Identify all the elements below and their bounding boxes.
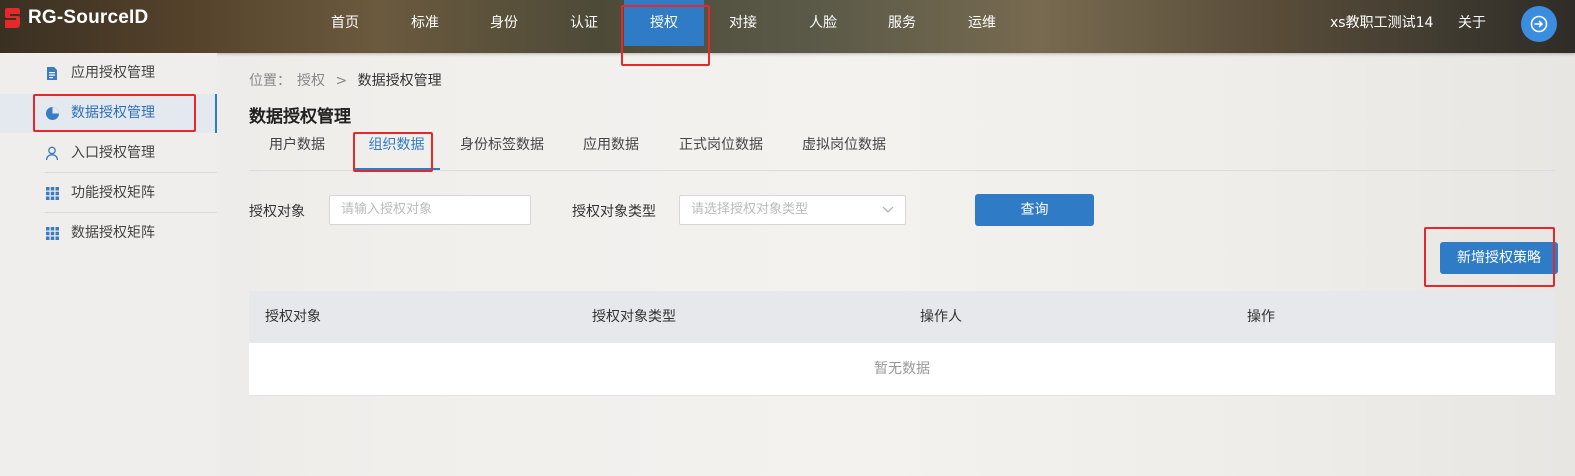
sidebar-divider	[45, 212, 217, 213]
sidebar: 应用授权管理 数据授权管理 入口授权管理 功能授权矩阵 数据授权矩阵	[0, 53, 217, 476]
sidebar-item-label: 功能授权矩阵	[71, 185, 155, 201]
auth-target-type-label: 授权对象类型	[572, 204, 656, 220]
grid-icon	[45, 226, 60, 241]
data-type-tabs: 用户数据 组织数据 身份标签数据 应用数据 正式岗位数据 虚拟岗位数据	[249, 128, 1555, 171]
chevron-down-icon	[882, 206, 894, 213]
nav-item-authorization[interactable]: 授权	[624, 0, 704, 46]
logo-text: RG-SourceID	[28, 7, 149, 28]
add-auth-policy-button[interactable]: 新增授权策略	[1440, 242, 1558, 274]
nav-item-ops[interactable]: 运维	[957, 0, 1007, 46]
app-logo[interactable]: RG-SourceID	[4, 6, 148, 30]
auth-target-label: 授权对象	[249, 204, 305, 220]
sidebar-item-function-matrix[interactable]: 功能授权矩阵	[0, 174, 217, 213]
tab-formal-post-data[interactable]: 正式岗位数据	[679, 128, 763, 168]
query-button[interactable]: 查询	[975, 194, 1094, 226]
nav-item-service[interactable]: 服务	[877, 0, 927, 46]
nav-item-home[interactable]: 首页	[320, 0, 370, 46]
column-header-target: 授权对象	[265, 309, 321, 325]
breadcrumb-current: 数据授权管理	[357, 73, 442, 89]
auth-target-type-select[interactable]: 请选择授权对象类型	[679, 195, 906, 225]
sidebar-item-data-authorization[interactable]: 数据授权管理	[0, 94, 217, 133]
sidebar-item-label: 数据授权矩阵	[71, 225, 155, 241]
page-title: 数据授权管理	[249, 107, 351, 127]
breadcrumb: 位置： 授权 > 数据授权管理	[249, 70, 448, 90]
tab-org-data[interactable]: 组织数据	[353, 128, 440, 170]
table-header: 授权对象 授权对象类型 操作人 操作	[249, 291, 1555, 343]
sidebar-item-label: 入口授权管理	[71, 145, 155, 161]
user-icon	[45, 146, 60, 161]
current-user-name[interactable]: xs教职工测试14	[1330, 0, 1433, 46]
logout-icon	[1530, 15, 1548, 33]
about-link[interactable]: 关于	[1458, 0, 1486, 46]
logout-button[interactable]	[1521, 6, 1557, 42]
nav-item-auth[interactable]: 认证	[559, 0, 609, 46]
select-placeholder: 请选择授权对象类型	[691, 202, 809, 217]
table-body: 暂无数据	[249, 343, 1555, 396]
sidebar-item-label: 应用授权管理	[71, 65, 155, 81]
sidebar-item-entry-authorization[interactable]: 入口授权管理	[0, 134, 217, 173]
document-icon	[45, 66, 60, 81]
auth-target-input[interactable]: 请输入授权对象	[329, 195, 531, 225]
nav-item-integration[interactable]: 对接	[718, 0, 768, 46]
sidebar-item-label: 数据授权管理	[71, 105, 155, 121]
top-navigation-bar: RG-SourceID 首页 标准 身份 认证 授权 对接 人脸 服务 运维 x…	[0, 0, 1575, 53]
breadcrumb-separator: >	[335, 73, 348, 89]
nav-item-standard[interactable]: 标准	[400, 0, 450, 46]
logo-mark-icon	[5, 8, 20, 28]
pie-chart-icon	[45, 106, 60, 121]
authorization-table: 授权对象 授权对象类型 操作人 操作 暂无数据	[249, 291, 1555, 396]
column-header-operator: 操作人	[920, 309, 962, 325]
nav-item-identity[interactable]: 身份	[479, 0, 529, 46]
breadcrumb-prefix: 位置：	[249, 73, 291, 89]
breadcrumb-level-1[interactable]: 授权	[297, 73, 325, 89]
grid-icon	[45, 186, 60, 201]
empty-state-text: 暂无数据	[874, 361, 930, 377]
sidebar-item-data-matrix[interactable]: 数据授权矩阵	[0, 214, 217, 253]
column-header-target-type: 授权对象类型	[592, 309, 676, 325]
column-header-actions: 操作	[1247, 309, 1275, 325]
nav-item-face[interactable]: 人脸	[798, 0, 848, 46]
sidebar-item-app-authorization[interactable]: 应用授权管理	[0, 54, 217, 93]
tab-user-data[interactable]: 用户数据	[269, 128, 325, 168]
sidebar-divider	[45, 172, 217, 173]
tab-app-data[interactable]: 应用数据	[583, 128, 639, 168]
tab-identity-tag-data[interactable]: 身份标签数据	[460, 128, 544, 168]
tab-virtual-post-data[interactable]: 虚拟岗位数据	[802, 128, 886, 168]
